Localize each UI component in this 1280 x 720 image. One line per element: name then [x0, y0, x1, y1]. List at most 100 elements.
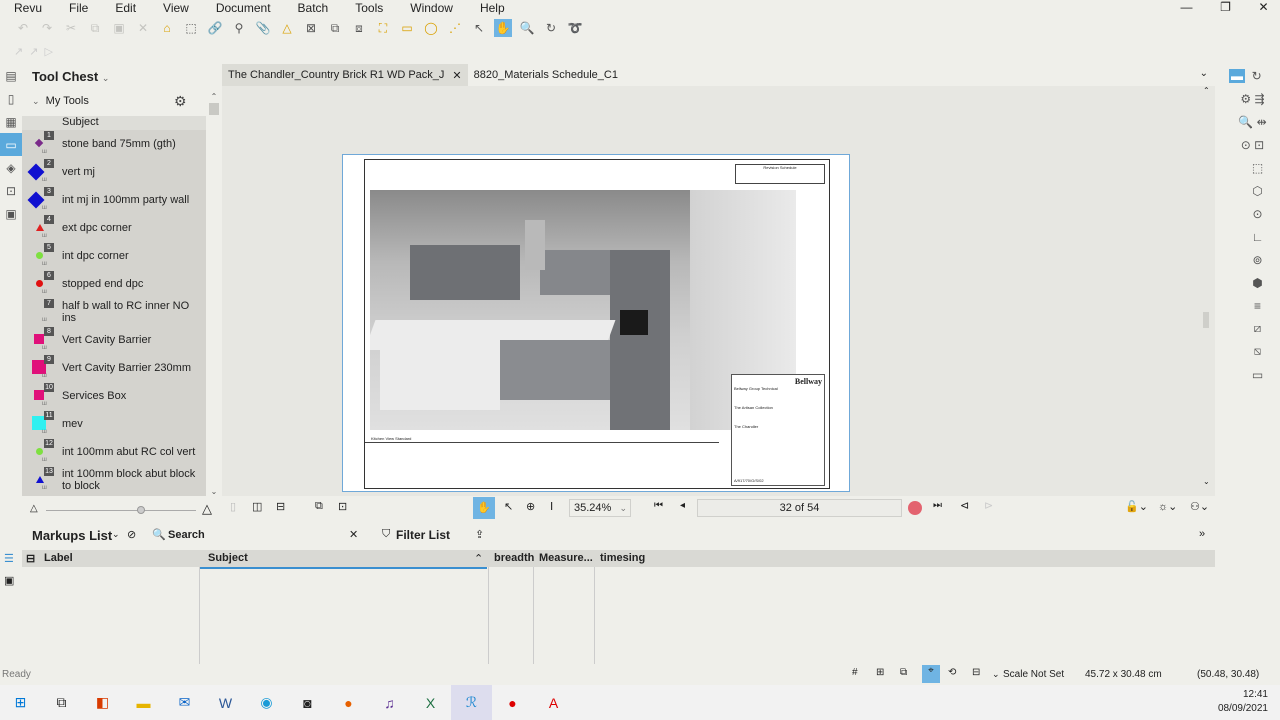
menu-file[interactable]: File	[53, 1, 99, 15]
my-tools-section[interactable]: ⌄ My Tools	[32, 95, 89, 107]
search-input[interactable]: Search	[168, 529, 205, 541]
tool-item[interactable]: 2 ш vert mj	[22, 158, 206, 186]
record-icon[interactable]: ●	[492, 685, 533, 720]
sync-icon[interactable]: ⧉	[315, 500, 323, 513]
menu-edit[interactable]: Edit	[99, 1, 147, 15]
file-explorer-icon[interactable]: ▬	[123, 685, 164, 720]
column-label[interactable]: Label	[44, 552, 73, 564]
length-icon[interactable]: ⊙	[1225, 202, 1280, 225]
count-icon[interactable]: ⊚	[1225, 248, 1280, 271]
sync-icon[interactable]: ⊟	[972, 667, 980, 678]
copy-icon[interactable]: ⧉	[86, 19, 104, 37]
tool-item[interactable]: 6 ш stopped end dpc	[22, 270, 206, 298]
link-icon[interactable]: 🔗	[206, 19, 224, 37]
rotate-icon[interactable]: ↻	[542, 19, 560, 37]
column-timesing[interactable]: timesing	[600, 552, 645, 564]
tool-item[interactable]: 4 ш ext dpc corner	[22, 214, 206, 242]
outlook-icon[interactable]: ✉	[164, 685, 205, 720]
collapse-icon[interactable]: ⊟	[26, 552, 35, 565]
tabs-dropdown-icon[interactable]: ⌄	[1200, 68, 1208, 79]
tab-chandler[interactable]: The Chandler_Country Brick R1 WD Pack_J ✕	[222, 64, 468, 86]
revu-icon[interactable]: ℛ	[451, 685, 492, 720]
chevron-down-icon[interactable]: ⌄	[992, 669, 1000, 680]
highlight-icon[interactable]: ⌂	[158, 19, 176, 37]
redo-icon[interactable]: ↷	[38, 19, 56, 37]
search-icon[interactable]: 🔍 ⇹	[1225, 110, 1280, 133]
properties-icon[interactable]: ▬ ↻	[1225, 64, 1280, 87]
compare-icon[interactable]: ⧉	[326, 19, 344, 37]
first-page-icon[interactable]: ⏮	[654, 500, 663, 511]
select-text-icon[interactable]: Ⅰ	[550, 500, 553, 513]
page-number-field[interactable]: 32 of 54	[697, 499, 902, 517]
area-icon[interactable]: ≡	[1225, 294, 1280, 317]
stamp-icon[interactable]: ⚲	[230, 19, 248, 37]
previous-view-icon[interactable]: ⊲	[960, 499, 969, 512]
task-view-icon[interactable]: ⧉	[41, 685, 82, 720]
tool-item[interactable]: 1 ш stone band 75mm (gth)	[22, 130, 206, 158]
menu-tools[interactable]: Tools	[339, 1, 394, 15]
scale-icon[interactable]: ▭	[1225, 363, 1280, 386]
zoom-icon[interactable]: ⊕	[526, 500, 535, 513]
select-tool-icon[interactable]: ↖	[470, 19, 488, 37]
cutout-icon[interactable]: ⧄	[1225, 317, 1280, 340]
close-window-button[interactable]: ✕	[1242, 0, 1280, 14]
pan-tool-icon[interactable]: ✋	[494, 19, 512, 37]
word-icon[interactable]: W	[205, 685, 246, 720]
grid-icon[interactable]: #	[852, 667, 858, 678]
windows-start-icon[interactable]: ⊞	[0, 685, 41, 720]
polygon-icon[interactable]: ⬡	[1225, 179, 1280, 202]
brightness-icon[interactable]: ☼⌄	[1158, 500, 1177, 513]
tab-materials-schedule[interactable]: 8820_Materials Schedule_C1	[468, 64, 624, 86]
column-measurement[interactable]: Measure...	[539, 552, 593, 564]
crop-icon[interactable]: ⊠	[302, 19, 320, 37]
attach-icon[interactable]: 📎	[254, 19, 272, 37]
undo-icon[interactable]: ↶	[14, 19, 32, 37]
split-vertical-icon[interactable]: ◫	[252, 500, 262, 513]
zoom-tool-icon[interactable]: 🔍	[518, 19, 536, 37]
menu-batch[interactable]: Batch	[282, 1, 340, 15]
cut-icon[interactable]: ✂	[62, 19, 80, 37]
lock-icon[interactable]: 🔓⌄	[1125, 500, 1148, 513]
select-area-icon[interactable]: ⬚	[182, 19, 200, 37]
pan-icon[interactable]: ✋	[473, 497, 495, 519]
studio-icon[interactable]: ▣	[0, 202, 22, 225]
tool-item[interactable]: 12 ш int 100mm abut RC col vert	[22, 438, 206, 466]
angle-icon[interactable]: ∟	[1225, 225, 1280, 248]
export-icon[interactable]: ⇪	[475, 528, 484, 541]
markups-list-title[interactable]: Markups List	[32, 528, 112, 543]
visibility-icon[interactable]: ⊘	[127, 528, 136, 541]
tool-item[interactable]: 5 ш int dpc corner	[22, 242, 206, 270]
rectangle-icon[interactable]: ▭	[398, 19, 416, 37]
gear-icon[interactable]: ⚙	[174, 93, 187, 110]
layers-icon[interactable]: ◈	[0, 156, 22, 179]
reuse-icon[interactable]: ⟲	[948, 667, 956, 678]
lasso-icon[interactable]: ➰	[566, 19, 584, 37]
document-scrollbar[interactable]: ⌃ ⌄	[1203, 86, 1213, 486]
single-page-icon[interactable]: ▯	[230, 500, 236, 513]
alert-icon[interactable]: △	[278, 19, 296, 37]
snap-content-icon[interactable]: ⧉	[900, 667, 907, 678]
summary-icon[interactable]: ▣	[4, 574, 14, 587]
zoom-level-field[interactable]: 35.24% ⌄	[569, 499, 631, 517]
settings-icon[interactable]: ⚙ ⇶	[1225, 87, 1280, 110]
ellipse-icon[interactable]: ◯	[422, 19, 440, 37]
compare-documents-icon[interactable]: ⊡	[338, 500, 347, 513]
previous-page-icon[interactable]: ◂	[680, 500, 685, 511]
edge-icon[interactable]: ◉	[246, 685, 287, 720]
tool-item[interactable]: 13 ш int 100mm block abut block to block	[22, 466, 206, 494]
next-page-button[interactable]	[908, 501, 922, 515]
menu-document[interactable]: Document	[200, 1, 282, 15]
volume-icon[interactable]: ⬢	[1225, 271, 1280, 294]
overlay-icon[interactable]: ⧈	[350, 19, 368, 37]
thumbnails-icon[interactable]: ▦	[0, 110, 22, 133]
expand-icon[interactable]: »	[1199, 528, 1205, 540]
next-view-icon[interactable]: ⊳	[984, 499, 993, 512]
office-icon[interactable]: ◧	[82, 685, 123, 720]
tool-item[interactable]: 7 ш half b wall to RC inner NO ins	[22, 298, 206, 326]
snap-grid-icon[interactable]: ⊞	[876, 667, 884, 678]
menu-window[interactable]: Window	[394, 1, 464, 15]
tool-item[interactable]: 3 ш int mj in 100mm party wall	[22, 186, 206, 214]
restore-button[interactable]: ❐	[1204, 0, 1242, 14]
snap-icon[interactable]: ⋰	[446, 19, 464, 37]
tool-list-scrollbar[interactable]: ⌃ ⌄	[208, 92, 220, 496]
